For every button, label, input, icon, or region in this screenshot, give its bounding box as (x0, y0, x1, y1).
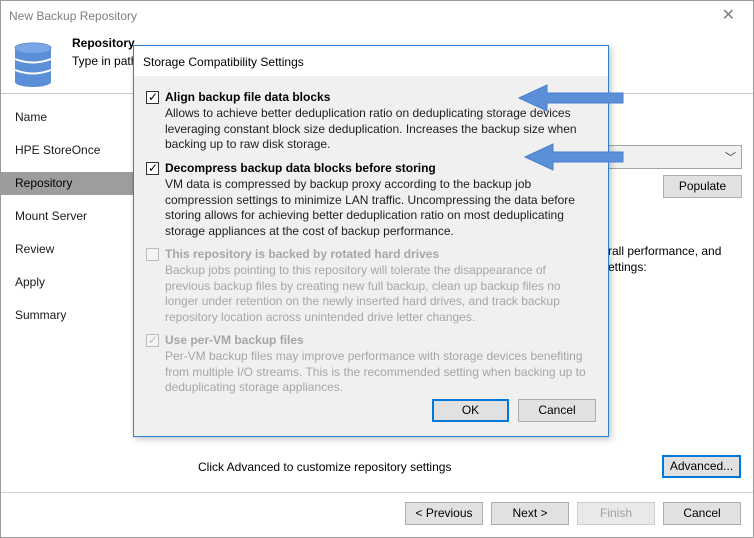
dialog-titlebar: Storage Compatibility Settings (134, 46, 608, 76)
footer-divider (1, 492, 753, 493)
dialog-cancel-button[interactable]: Cancel (518, 399, 596, 422)
desc-line: longer under retention on the newly inse… (165, 294, 560, 309)
per-vm-checkbox[interactable]: ✓ (146, 333, 159, 347)
nav-item-apply[interactable]: Apply (1, 271, 133, 294)
decompress-description: VM data is compressed by backup proxy ac… (165, 177, 597, 239)
desc-line: previous backup files by creating new fu… (165, 278, 561, 293)
align-blocks-title[interactable]: Align backup file data blocks (165, 90, 330, 104)
desc-line: Per-VM backup files may improve performa… (165, 349, 583, 363)
window-title: New Backup Repository (9, 9, 138, 23)
annotation-arrow-icon (517, 84, 624, 112)
header-title: Repository (72, 36, 135, 50)
dialog-ok-button[interactable]: OK (432, 399, 509, 422)
finish-button[interactable]: Finish (577, 502, 655, 525)
nav-item-name[interactable]: Name (1, 106, 133, 129)
wizard-cancel-button[interactable]: Cancel (663, 502, 741, 525)
desc-line: storing allows for achieving better dedu… (165, 208, 564, 223)
desc-line: compression settings to minimize LAN tra… (165, 192, 575, 207)
rotated-drives-title: This repository is backed by rotated har… (165, 247, 440, 261)
dialog-title: Storage Compatibility Settings (143, 55, 304, 69)
desc-line: repository location across unintended dr… (165, 309, 476, 324)
align-blocks-checkbox[interactable]: ✓ (146, 90, 159, 104)
advanced-button[interactable]: Advanced... (662, 455, 741, 478)
next-button[interactable]: Next > (491, 502, 569, 525)
performance-text-line1: rall performance, and (608, 244, 722, 258)
previous-button[interactable]: < Previous (405, 502, 483, 525)
rotated-drives-checkbox[interactable] (146, 248, 159, 261)
performance-text-line2: ettings: (608, 260, 647, 274)
nav-item-summary[interactable]: Summary (1, 304, 133, 327)
nav-item-mount-server[interactable]: Mount Server (1, 205, 133, 228)
header-subtitle: Type in path (72, 54, 138, 68)
nav-item-repository[interactable]: Repository (1, 172, 133, 195)
advanced-hint: Click Advanced to customize repository s… (198, 460, 452, 474)
desc-line: deduplicating storage appliances. (165, 380, 344, 395)
new-backup-repository-window: New Backup Repository ✕ Repository Type … (0, 0, 754, 538)
populate-button[interactable]: Populate (663, 175, 742, 198)
per-vm-title: Use per-VM backup files (165, 333, 304, 347)
chevron-down-icon: ﹀ (725, 152, 736, 164)
database-icon (14, 42, 52, 87)
wizard-nav: Name HPE StoreOnce Repository Mount Serv… (1, 94, 133, 494)
check-icon: ✓ (148, 90, 159, 104)
decompress-title[interactable]: Decompress backup data blocks before sto… (165, 161, 436, 175)
rotated-drives-description: Backup jobs pointing to this repository … (165, 263, 597, 325)
check-icon: ✓ (148, 161, 159, 175)
nav-item-hpe-storeonce[interactable]: HPE StoreOnce (1, 139, 133, 162)
desc-line: Backup jobs pointing to this repository … (165, 263, 546, 277)
per-vm-description: Per-VM backup files may improve performa… (165, 349, 597, 396)
check-icon: ✓ (148, 333, 159, 347)
nav-item-review[interactable]: Review (1, 238, 133, 261)
window-titlebar: New Backup Repository ✕ (1, 1, 753, 31)
desc-line: from multiple I/O streams. This is the r… (165, 364, 586, 379)
decompress-checkbox[interactable]: ✓ (146, 161, 159, 175)
desc-line: storage appliances at the cost of backup… (165, 223, 454, 238)
close-icon[interactable]: ✕ (722, 5, 735, 25)
annotation-arrow-icon (523, 143, 624, 171)
desc-line: leveraging constant block size deduplica… (165, 121, 577, 136)
desc-line: VM data is compressed by backup proxy ac… (165, 177, 532, 191)
